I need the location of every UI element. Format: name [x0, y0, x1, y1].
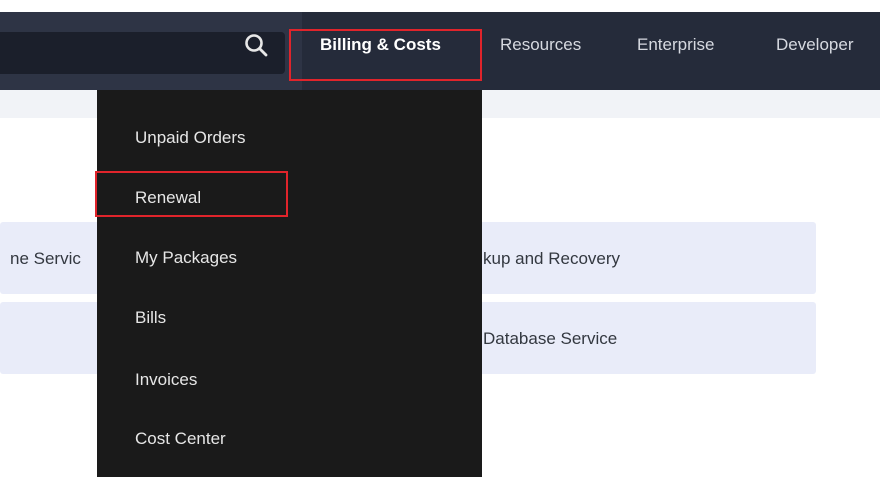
service-card-1-left-label: ne Servic — [10, 249, 81, 268]
service-card-1-right-label: kup and Recovery — [483, 249, 621, 268]
billing-dropdown-menu: Unpaid Orders Renewal My Packages Bills … — [97, 90, 482, 477]
menu-item-my-packages[interactable]: My Packages — [135, 248, 237, 268]
menu-item-invoices[interactable]: Invoices — [135, 370, 197, 390]
menu-item-renewal[interactable]: Renewal — [135, 188, 201, 208]
nav-enterprise[interactable]: Enterprise — [637, 12, 714, 78]
nav-billing-costs[interactable]: Billing & Costs — [320, 12, 441, 78]
menu-item-cost-center[interactable]: Cost Center — [135, 429, 226, 449]
search-icon[interactable] — [243, 32, 269, 58]
menu-item-bills[interactable]: Bills — [135, 308, 166, 328]
nav-developer[interactable]: Developer — [776, 12, 854, 78]
menu-item-unpaid-orders[interactable]: Unpaid Orders — [135, 128, 246, 148]
service-card-2-right-label: Database Service — [483, 329, 618, 348]
nav-resources[interactable]: Resources — [500, 12, 581, 78]
